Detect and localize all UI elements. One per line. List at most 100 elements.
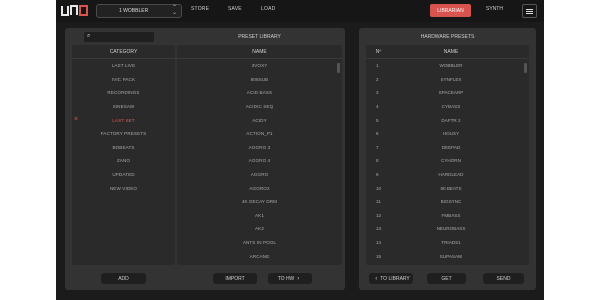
hardware-preset-row[interactable]: 8 CYHORN <box>366 154 529 168</box>
hardware-preset-row[interactable]: 13 NEUROBASS <box>366 222 529 236</box>
category-item[interactable]: UPDATED <box>72 168 175 182</box>
category-item[interactable]: SINESAW <box>72 100 175 114</box>
preset-list-item[interactable]: ANTS IN POOL <box>177 236 342 250</box>
name-header: NAME <box>443 48 459 55</box>
hardware-list-header: Nº NAME <box>366 45 529 59</box>
preset-list-item[interactable]: ACIDIC SEQ <box>177 100 342 114</box>
get-button-label: GET <box>441 275 452 282</box>
preset-name: CYHORN <box>441 158 461 164</box>
preset-list-item[interactable]: 4K DECAY DRM <box>177 195 342 209</box>
preset-select[interactable]: 1 WOBBLER ⌃ ⌄ <box>96 4 182 18</box>
to-hw-button[interactable]: TO HW › <box>268 273 312 284</box>
preset-number: 7 <box>376 144 379 150</box>
hardware-preset-row[interactable]: 5 DAFTR 2 <box>366 113 529 127</box>
hardware-preset-row[interactable]: 14 TRIADS1 <box>366 236 529 250</box>
category-item[interactable]: BOBEATS <box>72 141 175 155</box>
preset-list-item[interactable]: 808SUB <box>177 73 342 87</box>
preset-name: ACIDIC SEQ <box>245 104 274 110</box>
hardware-preset-row[interactable]: 15 SUPASAW <box>366 249 529 263</box>
preset-list-item[interactable]: AK2 <box>177 222 342 236</box>
preset-name: CYBASS <box>441 104 461 110</box>
synth-tab[interactable]: SYNTH <box>486 6 503 12</box>
preset-select-value: 1 WOBBLER <box>119 8 149 14</box>
hardware-preset-row[interactable]: 9 HARDLEAD <box>366 168 529 182</box>
preset-number: 15 <box>376 253 382 259</box>
add-button[interactable]: ADD <box>101 273 146 284</box>
hardware-preset-row[interactable]: 6 HOUSY <box>366 127 529 141</box>
hardware-preset-row[interactable]: 3 SPACEARP <box>366 86 529 100</box>
number-header: Nº <box>375 48 382 55</box>
preset-name: ANTS IN POOL <box>242 240 277 246</box>
preset-name: AGGRO 4 <box>248 158 271 164</box>
preset-list-item[interactable]: AGGRO 3 <box>177 141 342 155</box>
hardware-preset-row[interactable]: 11 BIGSYNC <box>366 195 529 209</box>
get-button[interactable]: GET <box>427 273 466 284</box>
preset-name: BIGSYNC <box>440 199 462 205</box>
preset-name: 4K DECAY DRM <box>241 199 278 205</box>
preset-list-item[interactable]: ARCANE <box>177 249 342 263</box>
preset-name: ACID BASS <box>246 90 273 96</box>
to-library-button-label: TO LIBRARY <box>380 275 410 282</box>
hardware-preset-row[interactable]: 2 SYNFLEX <box>366 73 529 87</box>
preset-name: ACIDY <box>252 117 267 123</box>
category-label: ZANO <box>116 158 131 164</box>
preset-number: 13 <box>376 226 382 232</box>
preset-list-item[interactable]: AK1 <box>177 209 342 223</box>
import-button[interactable]: IMPORT <box>213 273 257 284</box>
category-item[interactable]: ZANO <box>72 154 175 168</box>
category-label: NEW VIDEO <box>109 185 138 191</box>
preset-name-list: NAME 3VOXY 808SUB ACID BASS ACIDIC SEQ ACIDY… <box>177 45 342 265</box>
preset-list-item[interactable]: ACTION_P1 <box>177 127 342 141</box>
category-item[interactable]: RECORDINGS <box>72 86 175 100</box>
hardware-preset-row[interactable]: 1 WOBBLER <box>366 59 529 73</box>
preset-name: DAFTR 2 <box>441 117 461 123</box>
hamburger-menu-icon[interactable] <box>522 4 537 18</box>
hardware-preset-row[interactable]: 4 CYBASS <box>366 100 529 114</box>
hardware-preset-row[interactable]: 7 DEEPAD <box>366 141 529 155</box>
preset-name: AK2 <box>255 226 264 232</box>
save-button[interactable]: SAVE <box>228 6 242 12</box>
logo <box>61 5 89 16</box>
app-window: 1 WOBBLER ⌃ ⌄ STORE SAVE LOAD LIBRARIAN S… <box>56 0 544 300</box>
hardware-preset-row[interactable]: 12 FMBASS <box>366 209 529 223</box>
preset-number: 9 <box>376 172 379 178</box>
add-button-label: ADD <box>118 275 129 282</box>
category-label: RECORDINGS <box>107 90 140 96</box>
preset-name: WOBBLER <box>439 63 463 69</box>
preset-name: FMBASS <box>441 212 461 218</box>
category-item[interactable]: NEW VIDEO <box>72 181 175 195</box>
category-label: IVIC PACK <box>111 76 136 82</box>
category-label: FACTORY PRESETS <box>100 131 147 137</box>
preset-list-item[interactable]: AGGRO2 <box>177 181 342 195</box>
to-library-button[interactable]: ‹ TO LIBRARY <box>369 273 413 284</box>
name-list-scrollbar[interactable] <box>337 63 340 73</box>
close-icon[interactable]: × <box>74 116 78 123</box>
preset-list-item[interactable]: 3VOXY <box>177 59 342 73</box>
hardware-list-scrollbar[interactable] <box>524 63 527 73</box>
category-label: SINESAW <box>112 104 135 110</box>
preset-number: 1 <box>376 63 379 69</box>
hardware-preset-row[interactable]: 10 80 BEATS <box>366 181 529 195</box>
send-button[interactable]: SEND <box>483 273 524 284</box>
preset-name: AK1 <box>255 212 264 218</box>
preset-name: 808SUB <box>250 76 269 82</box>
librarian-tab[interactable]: LIBRARIAN <box>430 4 471 17</box>
preset-name: ACTION_P1 <box>246 131 273 137</box>
search-input[interactable]: ⌕ <box>84 32 154 42</box>
chevron-right-icon: › <box>297 275 300 282</box>
category-item[interactable]: FACTORY PRESETS <box>72 127 175 141</box>
category-item[interactable]: LAST LIVE <box>72 59 175 73</box>
preset-name: SUPASAW <box>439 253 463 259</box>
preset-list-item[interactable]: AGGRO 4 <box>177 154 342 168</box>
category-item[interactable]: IVIC PACK <box>72 73 175 87</box>
search-icon: ⌕ <box>87 33 91 39</box>
preset-number: 10 <box>376 185 382 191</box>
preset-name: 3VOXY <box>251 63 268 69</box>
load-button[interactable]: LOAD <box>261 6 275 12</box>
preset-list-item[interactable]: ACIDY <box>177 113 342 127</box>
preset-list-item[interactable]: ACID BASS <box>177 86 342 100</box>
store-button[interactable]: STORE <box>191 6 209 12</box>
preset-name: SYNFLEX <box>440 76 462 82</box>
preset-list-item[interactable]: AGGRO <box>177 168 342 182</box>
category-item[interactable]: × LAST SET <box>72 113 175 127</box>
